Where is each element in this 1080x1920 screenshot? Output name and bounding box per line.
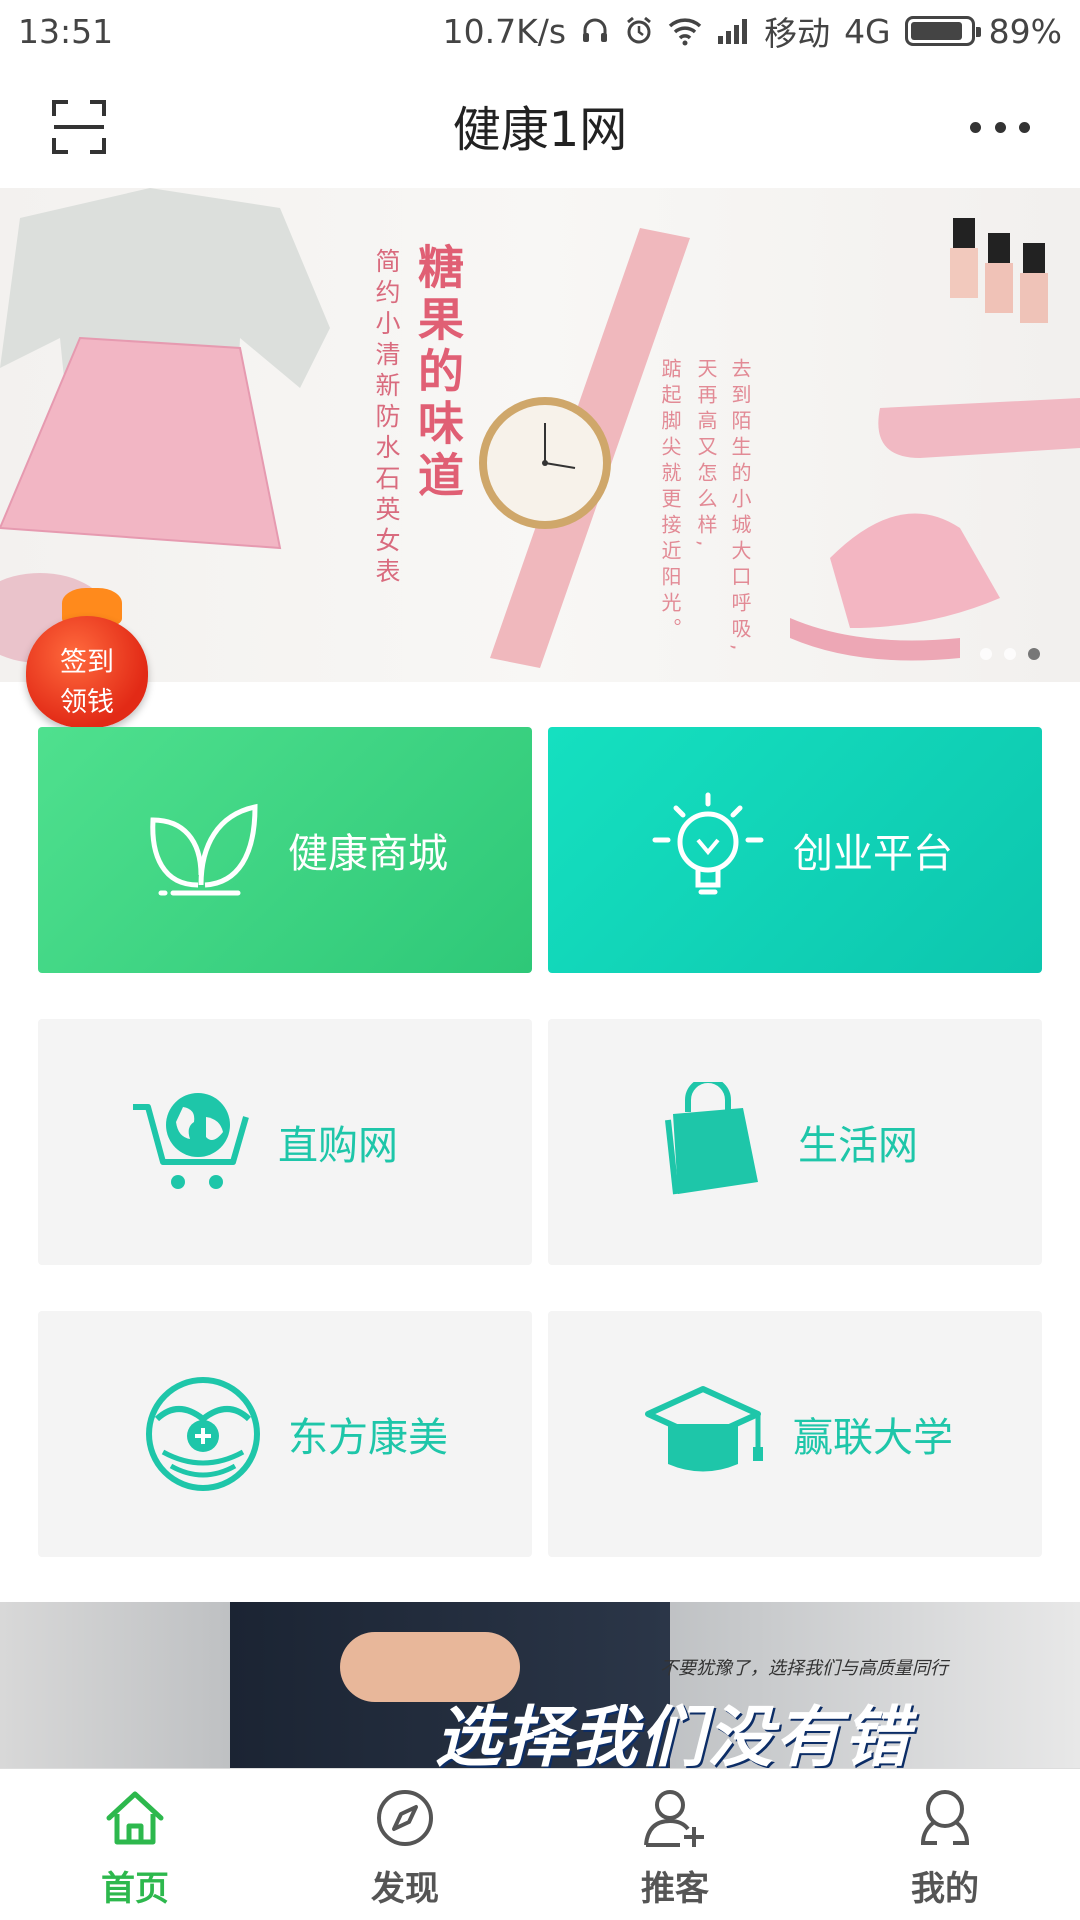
- status-speed: 10.7K/s: [442, 11, 567, 51]
- banner-products-illustration: [0, 188, 1080, 668]
- tile-label: 创业平台: [793, 831, 953, 877]
- scan-icon[interactable]: [50, 98, 108, 156]
- tile-label: 赢联大学: [793, 1415, 953, 1461]
- signal-icon: [716, 16, 750, 46]
- page-title: 健康1网: [452, 102, 628, 158]
- carousel-indicator: [980, 648, 1040, 660]
- ad-subtitle: 不要犹豫了，选择我们与高质量同行: [660, 1658, 948, 1679]
- ad-banner[interactable]: 不要犹豫了，选择我们与高质量同行 选择我们没有错: [0, 1602, 1080, 1768]
- home-icon: [100, 1783, 170, 1853]
- headphones-icon: [580, 16, 610, 46]
- tile-direct-purchase[interactable]: 直购网: [38, 1019, 532, 1265]
- sprout-icon: [138, 785, 268, 915]
- tab-mine[interactable]: 我的: [810, 1769, 1080, 1920]
- tab-home[interactable]: 首页: [0, 1769, 270, 1920]
- tab-label: 我的: [911, 1869, 979, 1909]
- banner-poem-line: 去到陌生的小城大口呼吸,: [728, 358, 752, 657]
- ad-title: 选择我们没有错: [435, 1699, 911, 1768]
- profile-icon: [910, 1783, 980, 1853]
- sign-in-label: 签到 领钱: [26, 643, 148, 723]
- tab-promoter[interactable]: 推客: [540, 1769, 810, 1920]
- tile-startup-platform[interactable]: 创业平台: [548, 727, 1042, 973]
- nav-bar: 健康1网: [0, 62, 1080, 188]
- bottom-tab-bar: 首页 发现 推客 我的: [0, 1768, 1080, 1920]
- sign-in-line1: 签到: [60, 647, 114, 678]
- sign-in-reward-button[interactable]: 签到 领钱: [26, 588, 148, 728]
- status-time: 13:51: [18, 11, 114, 51]
- banner-carousel[interactable]: 糖果的味道 简约小清新防水石英女表 去到陌生的小城大口呼吸, 天再高又怎么样, …: [0, 188, 1080, 682]
- tile-label: 直购网: [278, 1123, 398, 1169]
- carousel-dot[interactable]: [1004, 648, 1016, 660]
- graduation-cap-icon: [643, 1369, 773, 1499]
- tab-discover[interactable]: 发现: [270, 1769, 540, 1920]
- tile-label: 生活网: [798, 1123, 918, 1169]
- alarm-icon: [624, 16, 654, 46]
- banner-subtitle: 简约小清新防水石英女表: [372, 248, 401, 589]
- add-user-icon: [640, 1783, 710, 1853]
- status-bar: 13:51 10.7K/s 移动 4G 89%: [0, 0, 1080, 62]
- lightbulb-icon: [643, 785, 773, 915]
- banner-title: 糖果的味道: [411, 243, 465, 503]
- more-dot: [1019, 121, 1030, 133]
- tile-label: 健康商城: [288, 831, 448, 877]
- status-network: 4G: [844, 11, 891, 51]
- wifi-icon: [668, 16, 702, 46]
- status-right: 10.7K/s 移动 4G 89%: [443, 7, 1062, 55]
- sign-in-line2: 领钱: [60, 687, 114, 718]
- more-dot: [970, 121, 981, 133]
- tile-dongfang-kangmei[interactable]: 东方康美: [38, 1311, 532, 1557]
- tile-label: 东方康美: [288, 1415, 448, 1461]
- tile-yinglian-university[interactable]: 赢联大学: [548, 1311, 1042, 1557]
- status-carrier: 移动: [764, 14, 831, 53]
- more-dot: [994, 121, 1006, 133]
- battery-fill: [910, 22, 963, 40]
- tile-life-network[interactable]: 生活网: [548, 1019, 1042, 1265]
- carousel-dot-active[interactable]: [1028, 648, 1040, 660]
- tab-label: 推客: [641, 1869, 709, 1909]
- globe-cart-icon: [128, 1077, 258, 1207]
- tile-health-mall[interactable]: 健康商城: [38, 727, 532, 973]
- kangmei-logo-icon: [138, 1369, 268, 1499]
- battery-icon: [904, 16, 981, 46]
- status-battery: 89%: [988, 11, 1062, 51]
- compass-icon: [370, 1783, 440, 1853]
- shopping-bag-icon: [648, 1077, 778, 1207]
- more-icon[interactable]: [970, 107, 1030, 147]
- banner-poem-line: 天再高又怎么样,: [694, 358, 718, 553]
- banner-poem-line: 踮起脚尖就更接近阳光。: [658, 358, 682, 644]
- tab-label: 首页: [101, 1869, 169, 1909]
- carousel-dot[interactable]: [980, 648, 992, 660]
- tab-label: 发现: [371, 1869, 439, 1909]
